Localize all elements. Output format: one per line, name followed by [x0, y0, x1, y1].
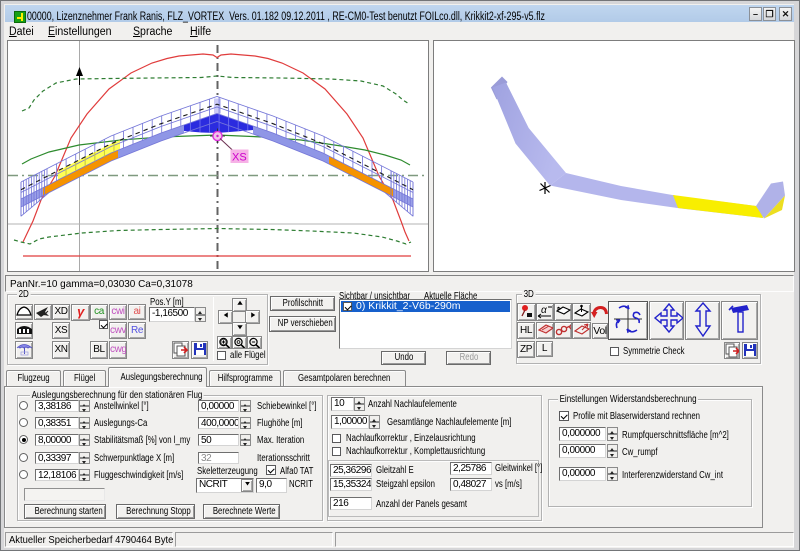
svg-text:XS: XS — [232, 152, 247, 164]
svg-text:α: α — [541, 305, 547, 316]
